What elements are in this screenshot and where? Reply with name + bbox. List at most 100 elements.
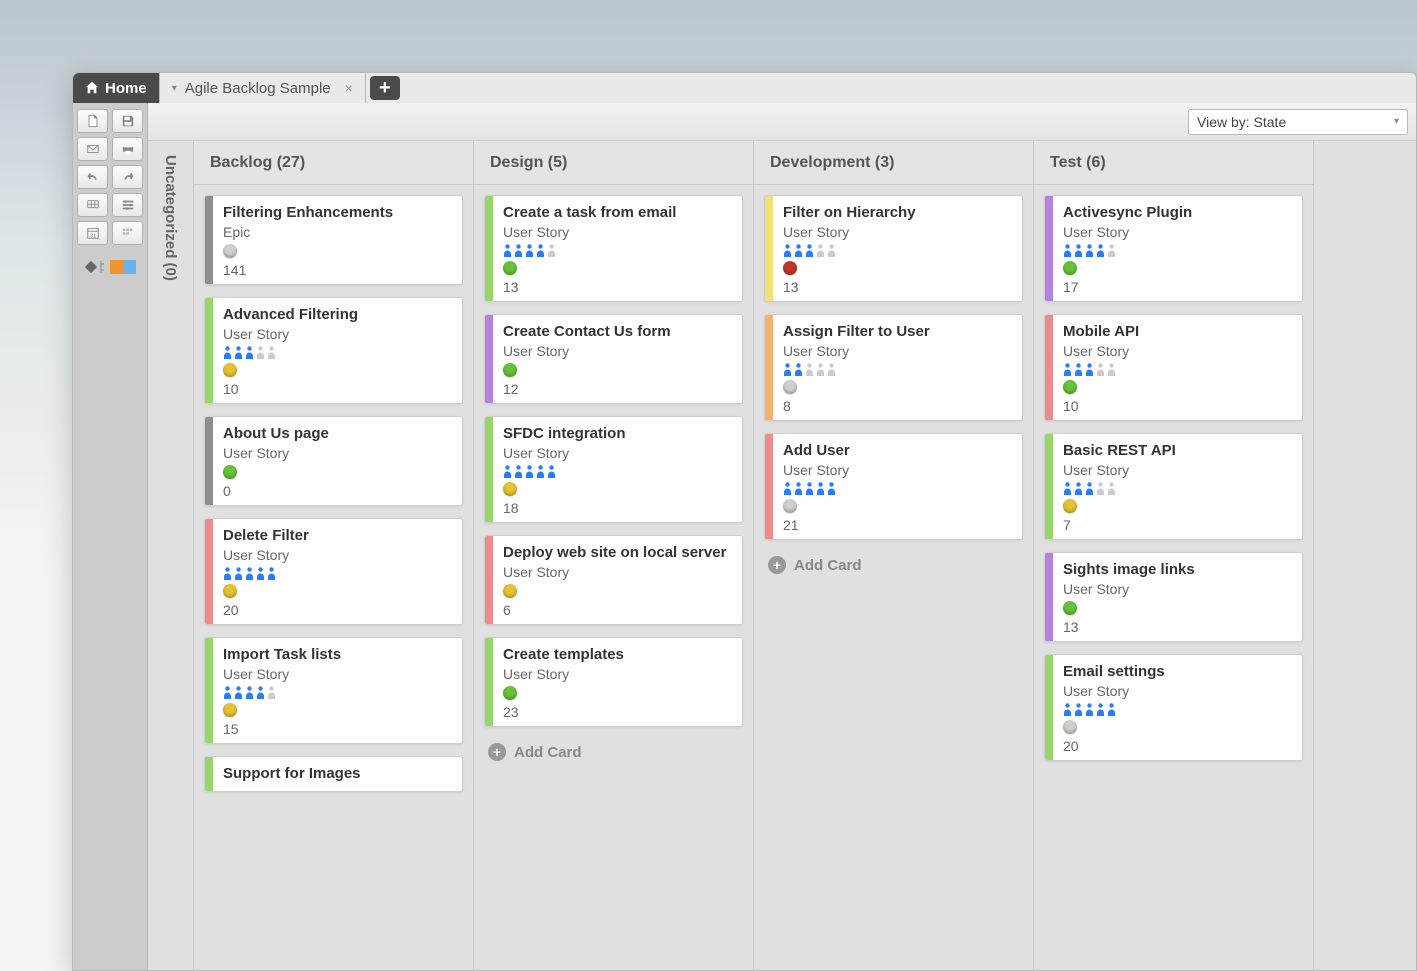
kanban-card[interactable]: Assign Filter to User User Story 8 [764, 314, 1023, 421]
column-header[interactable]: Test (6) [1034, 141, 1313, 185]
person-icon [1107, 244, 1116, 257]
tab-dropdown-icon[interactable]: ▾ [172, 83, 177, 94]
status-dot [1063, 380, 1077, 394]
card-people [223, 567, 452, 580]
add-card-button[interactable]: +Add Card [764, 552, 1023, 588]
undo-button[interactable] [77, 165, 108, 189]
card-stripe [1045, 553, 1053, 641]
mail-button[interactable] [77, 137, 108, 161]
redo-button[interactable] [112, 165, 143, 189]
column-header[interactable]: Development (3) [754, 141, 1033, 185]
board-column: Test (6) Activesync Plugin User Story 17… [1034, 141, 1314, 970]
status-dot [503, 482, 517, 496]
kanban-card[interactable]: Add User User Story 21 [764, 433, 1023, 540]
card-view-button[interactable] [112, 221, 143, 245]
kanban-card[interactable]: Sights image links User Story 13 [1044, 552, 1303, 642]
kanban-card[interactable]: Advanced Filtering User Story 10 [204, 297, 463, 404]
status-dot [1063, 601, 1077, 615]
person-icon [794, 482, 803, 495]
column-title: Backlog (27) [210, 154, 305, 172]
kanban-card[interactable]: Mobile API User Story 10 [1044, 314, 1303, 421]
tab-close-icon[interactable]: × [345, 80, 353, 96]
kanban-board: Uncategorized (0) Backlog (27) Filtering… [148, 141, 1416, 970]
column-header[interactable]: Backlog (27) [194, 141, 473, 185]
calendar-view-button[interactable]: 31 [77, 221, 108, 245]
status-dot [223, 363, 237, 377]
view-by-label: View by: State [1197, 114, 1286, 130]
grid-view-button[interactable] [77, 193, 108, 217]
new-sheet-button[interactable] [77, 109, 108, 133]
card-stripe [765, 315, 773, 420]
card-subtitle: Epic [223, 224, 452, 240]
card-people [503, 465, 732, 478]
person-icon [256, 346, 265, 359]
kanban-card[interactable]: Create a task from email User Story 13 [484, 195, 743, 302]
tab-home[interactable]: Home [73, 73, 160, 103]
diamond-icon [84, 260, 98, 274]
card-people [1063, 703, 1292, 716]
person-icon [794, 363, 803, 376]
board-toolbar: View by: State [148, 103, 1416, 141]
card-stripe [485, 196, 493, 301]
kanban-card[interactable]: Support for Images [204, 756, 463, 792]
card-title: Basic REST API [1063, 442, 1292, 460]
tab-sheet[interactable]: ▾ Agile Backlog Sample × [160, 73, 366, 103]
kanban-card[interactable]: SFDC integration User Story 18 [484, 416, 743, 523]
kanban-card[interactable]: Create Contact Us form User Story 12 [484, 314, 743, 404]
card-people [503, 244, 732, 257]
card-people [223, 346, 452, 359]
svg-text:31: 31 [90, 233, 96, 239]
person-icon [245, 346, 254, 359]
status-dot [1063, 499, 1077, 513]
undo-icon [86, 170, 100, 184]
card-points: 23 [503, 704, 732, 720]
person-icon [827, 363, 836, 376]
kanban-card[interactable]: Create templates User Story 23 [484, 637, 743, 727]
card-subtitle: User Story [1063, 224, 1292, 240]
kanban-card[interactable]: Filter on Hierarchy User Story 13 [764, 195, 1023, 302]
card-subtitle: User Story [223, 326, 452, 342]
main-area: View by: State Uncategorized (0) Backlog… [148, 103, 1416, 970]
column-cards: Filter on Hierarchy User Story 13 Assign… [754, 185, 1033, 970]
person-icon [503, 244, 512, 257]
kanban-card[interactable]: Basic REST API User Story 7 [1044, 433, 1303, 540]
card-subtitle: User Story [503, 224, 732, 240]
redo-icon [121, 170, 135, 184]
status-dot [783, 380, 797, 394]
gantt-view-button[interactable] [112, 193, 143, 217]
column-cards: Activesync Plugin User Story 17 Mobile A… [1034, 185, 1313, 970]
person-icon [525, 465, 534, 478]
kanban-card[interactable]: Delete Filter User Story 20 [204, 518, 463, 625]
save-button[interactable] [112, 109, 143, 133]
card-status-row [1063, 720, 1292, 734]
card-title: Add User [783, 442, 1012, 460]
card-status-row [783, 380, 1012, 394]
tab-add-button[interactable]: + [370, 76, 400, 100]
view-by-select[interactable]: View by: State [1188, 109, 1408, 135]
column-header[interactable]: Design (5) [474, 141, 753, 185]
kanban-card[interactable]: About Us page User Story 0 [204, 416, 463, 506]
kanban-card[interactable]: Filtering Enhancements Epic 141 [204, 195, 463, 285]
kanban-card[interactable]: Email settings User Story 20 [1044, 654, 1303, 761]
kanban-card[interactable]: Import Task lists User Story 15 [204, 637, 463, 744]
person-icon [1074, 703, 1083, 716]
card-points: 20 [1063, 738, 1292, 754]
add-card-button[interactable]: +Add Card [484, 739, 743, 775]
kanban-card[interactable]: Deploy web site on local server User Sto… [484, 535, 743, 625]
person-icon [805, 482, 814, 495]
person-icon [547, 244, 556, 257]
card-status-row [503, 686, 732, 700]
card-status-row [503, 261, 732, 275]
card-title: Support for Images [223, 765, 452, 783]
uncategorized-column[interactable]: Uncategorized (0) [148, 141, 194, 970]
app-body: 31 View by: State Uncategoriz [73, 103, 1416, 970]
column-cards: Create a task from email User Story 13 C… [474, 185, 753, 970]
print-button[interactable] [112, 137, 143, 161]
card-title: Filtering Enhancements [223, 204, 452, 222]
person-icon [245, 567, 254, 580]
plus-icon: + [488, 743, 506, 761]
card-people [783, 482, 1012, 495]
card-status-row [503, 363, 732, 377]
kanban-card[interactable]: Activesync Plugin User Story 17 [1044, 195, 1303, 302]
person-icon [816, 244, 825, 257]
